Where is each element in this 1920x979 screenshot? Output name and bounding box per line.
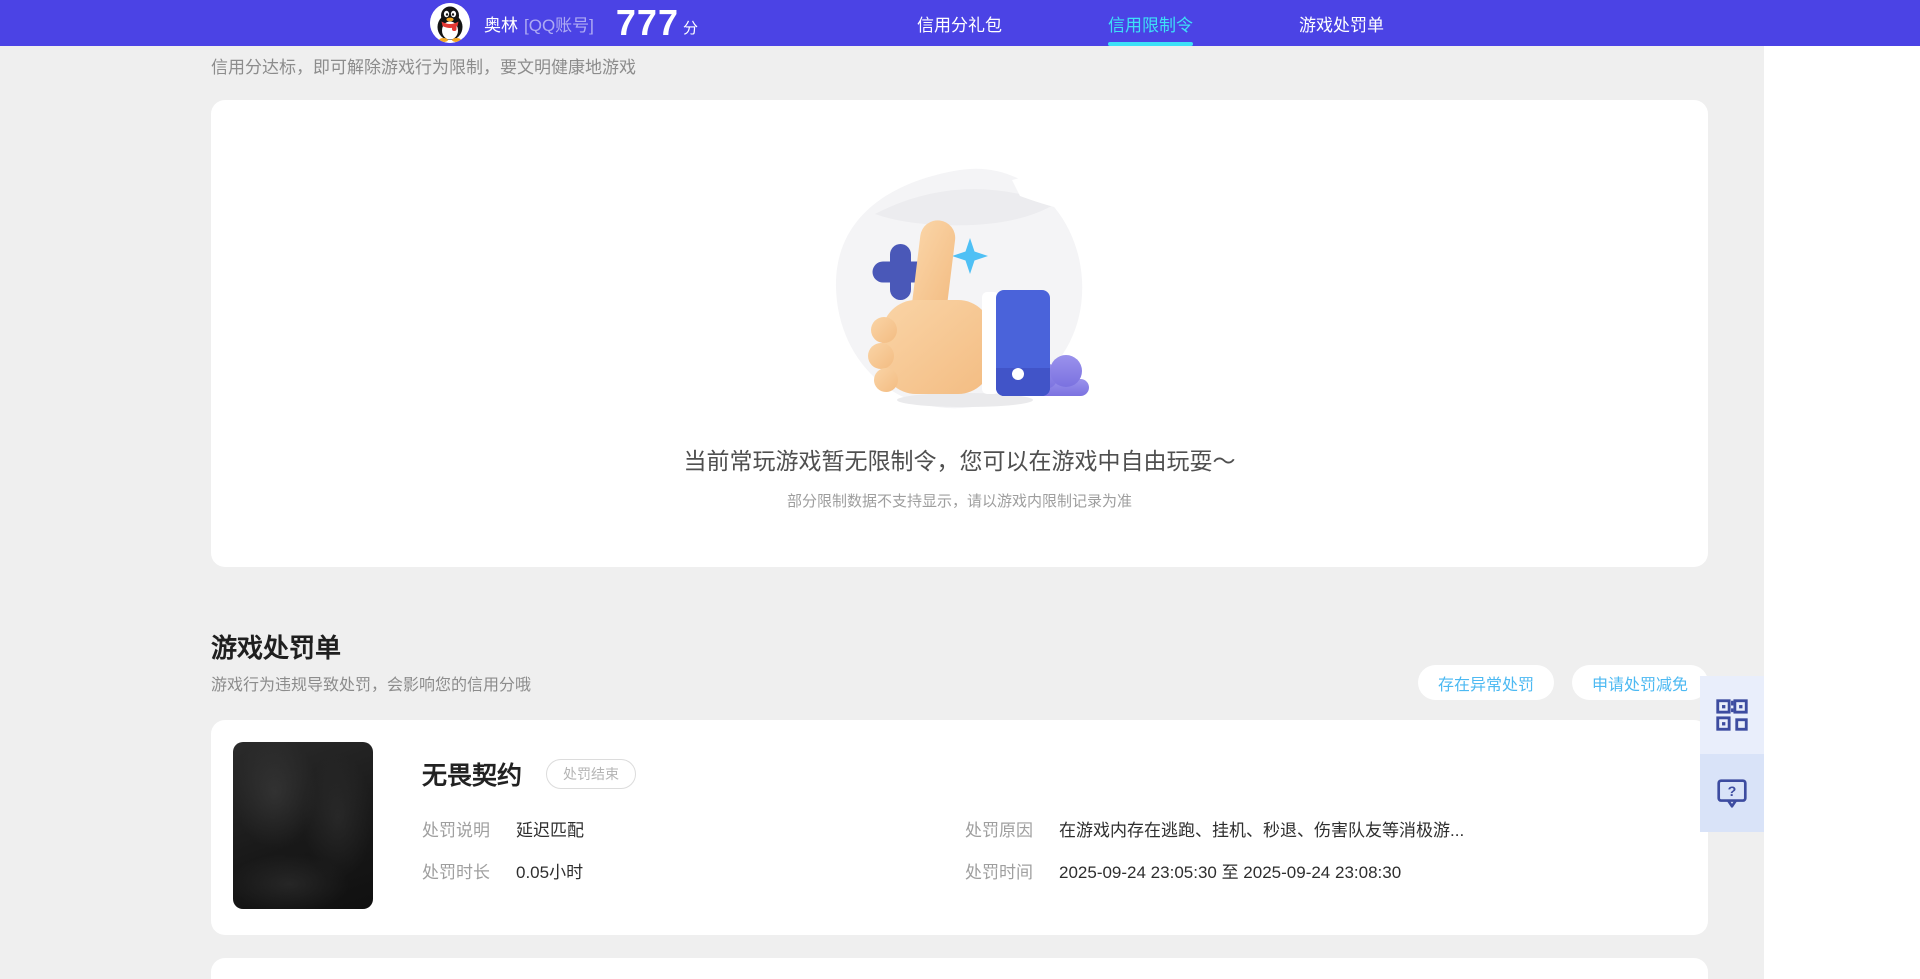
floating-widget: ?	[1700, 676, 1764, 832]
tab-credit-gift[interactable]: 信用分礼包	[917, 0, 1002, 46]
qr-code-button[interactable]	[1700, 676, 1764, 754]
field-penalty-duration: 处罚时长 0.05小时	[422, 858, 965, 883]
abnormal-penalty-button[interactable]: 存在异常处罚	[1418, 665, 1555, 700]
penalty-fields: 处罚说明 延迟匹配 处罚原因 在游戏内存在逃跑、挂机、秒退、伤害队友等消极游..…	[422, 816, 1672, 883]
user-summary: 奥林 [QQ账号] 777 分	[430, 0, 698, 46]
field-label: 处罚时间	[965, 863, 1033, 882]
tab-label: 信用限制令	[1108, 15, 1193, 35]
help-icon: ?	[1717, 779, 1747, 808]
credit-score-value: 777	[615, 2, 679, 43]
account-type-label: [QQ账号]	[524, 15, 594, 35]
credit-banner-note: 信用分达标，即可解除游戏行为限制，要文明健康地游戏	[211, 58, 636, 77]
field-label: 处罚说明	[422, 821, 490, 840]
penalty-reduction-button[interactable]: 申请处罚减免	[1572, 665, 1709, 700]
active-tab-underline	[1108, 42, 1193, 46]
top-navbar: 奥林 [QQ账号] 777 分 信用分礼包 信用限制令 游戏处罚单	[0, 0, 1920, 46]
qr-code-icon	[1716, 699, 1748, 731]
field-value: 延迟匹配	[516, 821, 584, 840]
svg-text:?: ?	[1728, 784, 1737, 800]
game-title: 无畏契约	[422, 762, 523, 790]
penalty-actions: 存在异常处罚 申请处罚减免	[1418, 665, 1709, 700]
empty-state-note: 部分限制数据不支持显示，请以游戏内限制记录为准	[786, 493, 1132, 510]
field-value: 在游戏内存在逃跑、挂机、秒退、伤害队友等消极游...	[1059, 821, 1465, 840]
nav-tabs: 信用分礼包 信用限制令 游戏处罚单	[917, 0, 1384, 46]
tab-game-penalty[interactable]: 游戏处罚单	[1299, 0, 1384, 46]
penalty-section-title: 游戏处罚单	[211, 633, 342, 663]
field-label: 处罚原因	[965, 821, 1033, 840]
restriction-empty-card: 当前常玩游戏暂无限制令，您可以在游戏中自由玩耍～ 部分限制数据不支持显示，请以游…	[211, 100, 1708, 567]
tab-label: 游戏处罚单	[1299, 15, 1384, 35]
credit-page: 奥林 [QQ账号] 777 分 信用分礼包 信用限制令 游戏处罚单 信用分达标，…	[0, 0, 1920, 979]
tab-label: 信用分礼包	[917, 15, 1002, 35]
field-value: 0.05小时	[516, 863, 584, 882]
field-penalty-time: 处罚时间 2025-09-24 23:05:30 至 2025-09-24 23…	[965, 858, 1672, 883]
user-avatar[interactable]	[430, 3, 470, 43]
status-badge: 处罚结束	[546, 759, 637, 789]
thumbs-up-illustration-icon	[835, 168, 1089, 409]
penalty-section-subtitle: 游戏行为违规导致处罚，会影响您的信用分哦	[211, 677, 532, 694]
field-penalty-reason: 处罚原因 在游戏内存在逃跑、挂机、秒退、伤害队友等消极游...	[965, 816, 1672, 841]
empty-state-message: 当前常玩游戏暂无限制令，您可以在游戏中自由玩耍～	[683, 448, 1236, 474]
field-penalty-description: 处罚说明 延迟匹配	[422, 816, 965, 841]
game-thumbnail	[233, 742, 373, 909]
user-name: 奥林	[484, 15, 518, 35]
tab-credit-restriction[interactable]: 信用限制令	[1108, 0, 1193, 46]
penalty-card-partial	[211, 958, 1708, 979]
penalty-card-header: 无畏契约 处罚结束	[422, 756, 637, 792]
field-value: 2025-09-24 23:05:30 至 2025-09-24 23:08:3…	[1059, 863, 1402, 882]
help-button[interactable]: ?	[1700, 754, 1764, 832]
qq-penguin-icon	[430, 3, 470, 43]
credit-score-unit: 分	[682, 19, 698, 37]
field-label: 处罚时长	[422, 863, 490, 882]
penalty-card: 无畏契约 处罚结束 处罚说明 延迟匹配 处罚原因 在游戏内存在逃跑、挂机、秒退、…	[211, 720, 1708, 935]
